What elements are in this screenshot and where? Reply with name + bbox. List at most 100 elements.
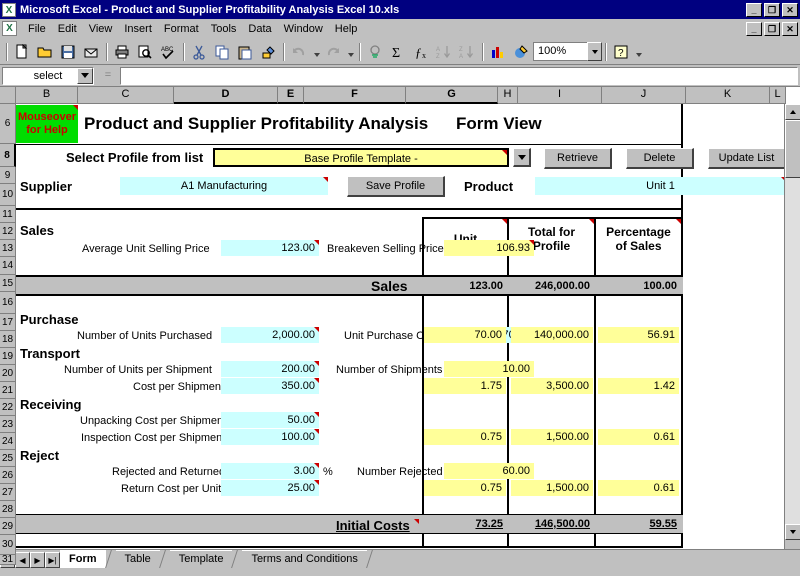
- new-icon[interactable]: [11, 41, 33, 63]
- input-cost-per-shipment[interactable]: 350.00: [221, 378, 319, 394]
- column-header-g[interactable]: G: [406, 87, 498, 104]
- row-header-13[interactable]: 13: [0, 240, 16, 257]
- open-icon[interactable]: [34, 41, 56, 63]
- equals-button[interactable]: =: [98, 66, 118, 85]
- help-icon[interactable]: ?: [610, 41, 632, 63]
- redo-icon[interactable]: [322, 41, 344, 63]
- row-header-8[interactable]: 8: [0, 144, 16, 167]
- hyperlink-icon[interactable]: [364, 41, 386, 63]
- row-header-24[interactable]: 24: [0, 433, 16, 450]
- sheet-tab-table[interactable]: Table: [115, 550, 160, 568]
- row-header-20[interactable]: 20: [0, 365, 16, 382]
- row-header-12[interactable]: 12: [0, 223, 16, 240]
- restore-button[interactable]: ❐: [764, 2, 780, 17]
- next-sheet-icon[interactable]: ▶: [30, 552, 45, 568]
- mouseover-help-badge[interactable]: Mouseover for Help: [16, 105, 78, 143]
- scroll-down-button[interactable]: [785, 524, 800, 540]
- product-input[interactable]: Unit 1: [535, 177, 784, 195]
- row-header-17[interactable]: 17: [0, 314, 16, 331]
- row-header-23[interactable]: 23: [0, 416, 16, 433]
- print-icon[interactable]: [111, 41, 133, 63]
- row-header-19[interactable]: 19: [0, 348, 16, 365]
- toolbar-overflow-icon[interactable]: [633, 41, 644, 63]
- column-header-b[interactable]: B: [16, 87, 78, 104]
- supplier-input[interactable]: A1 Manufacturing: [120, 177, 328, 195]
- scrollbar-thumb[interactable]: [785, 120, 800, 178]
- drawing-icon[interactable]: [510, 41, 532, 63]
- menu-data[interactable]: Data: [242, 21, 277, 37]
- format-painter-icon[interactable]: [257, 41, 279, 63]
- doc-restore-button[interactable]: ❐: [764, 21, 780, 36]
- delete-button[interactable]: Delete: [626, 148, 694, 169]
- input-units-purchased[interactable]: 2,000.00: [221, 327, 319, 343]
- row-header-30[interactable]: 30: [0, 535, 16, 555]
- menu-edit[interactable]: Edit: [52, 21, 83, 37]
- select-all-corner[interactable]: [0, 87, 16, 104]
- menu-view[interactable]: View: [83, 21, 119, 37]
- row-header-11[interactable]: 11: [0, 206, 16, 223]
- row-header-18[interactable]: 18: [0, 331, 16, 348]
- paste-icon[interactable]: [234, 41, 256, 63]
- row-header-28[interactable]: 28: [0, 501, 16, 518]
- row-header-6[interactable]: 6: [0, 104, 16, 144]
- print-preview-icon[interactable]: [134, 41, 156, 63]
- formula-input[interactable]: [120, 66, 798, 85]
- row-header-10[interactable]: 10: [0, 184, 16, 206]
- row-header-16[interactable]: 16: [0, 292, 16, 314]
- row-header-15[interactable]: 15: [0, 275, 16, 292]
- minimize-button[interactable]: _: [746, 2, 762, 17]
- zoom-value[interactable]: 100%: [533, 42, 587, 61]
- doc-close-button[interactable]: ✕: [782, 21, 798, 36]
- input-inspection-cost[interactable]: 100.00: [221, 429, 319, 445]
- column-header-j[interactable]: J: [602, 87, 686, 104]
- menu-format[interactable]: Format: [158, 21, 205, 37]
- row-header-14[interactable]: 14: [0, 257, 16, 275]
- row-header-22[interactable]: 22: [0, 399, 16, 416]
- menu-insert[interactable]: Insert: [118, 21, 158, 37]
- chart-wizard-icon[interactable]: [487, 41, 509, 63]
- menu-file[interactable]: File: [22, 21, 52, 37]
- close-button[interactable]: ✕: [782, 2, 798, 17]
- menu-help[interactable]: Help: [329, 21, 364, 37]
- prev-sheet-icon[interactable]: ◀: [15, 552, 30, 568]
- paste-function-icon[interactable]: ƒx: [410, 41, 432, 63]
- menu-window[interactable]: Window: [278, 21, 329, 37]
- column-header-d[interactable]: D: [174, 87, 278, 104]
- autosum-icon[interactable]: Σ: [387, 41, 409, 63]
- menu-tools[interactable]: Tools: [205, 21, 243, 37]
- input-return-cost[interactable]: 25.00: [221, 480, 319, 496]
- input-avg-unit-selling-price[interactable]: 123.00: [221, 240, 319, 256]
- update-list-button[interactable]: Update List: [708, 148, 784, 169]
- undo-dropdown-icon[interactable]: [311, 41, 322, 63]
- column-header-c[interactable]: C: [78, 87, 174, 104]
- column-header-f[interactable]: F: [304, 87, 406, 104]
- input-units-per-shipment[interactable]: 200.00: [221, 361, 319, 377]
- sort-descending-icon[interactable]: ZA: [456, 41, 478, 63]
- scrollbar-track[interactable]: [785, 178, 800, 524]
- doc-minimize-button[interactable]: _: [746, 21, 762, 36]
- spelling-icon[interactable]: ABC: [157, 41, 179, 63]
- profile-dropdown-button[interactable]: [513, 148, 531, 167]
- column-header-l[interactable]: L: [770, 87, 786, 104]
- column-header-i[interactable]: I: [518, 87, 602, 104]
- column-header-h[interactable]: H: [498, 87, 518, 104]
- email-icon[interactable]: [80, 41, 102, 63]
- scroll-up-button[interactable]: [785, 104, 800, 120]
- undo-icon[interactable]: [288, 41, 310, 63]
- row-header-29[interactable]: 29: [0, 518, 16, 535]
- save-profile-button[interactable]: Save Profile: [347, 176, 445, 197]
- name-box-dropdown-icon[interactable]: [77, 67, 93, 84]
- vertical-scrollbar[interactable]: [784, 104, 800, 549]
- input-rejected-returned[interactable]: 3.00: [221, 463, 319, 479]
- retrieve-button[interactable]: Retrieve: [544, 148, 612, 169]
- name-box[interactable]: select: [2, 66, 94, 85]
- sheet-tab-form[interactable]: Form: [60, 550, 106, 568]
- sort-ascending-icon[interactable]: AZ: [433, 41, 455, 63]
- cut-icon[interactable]: [188, 41, 210, 63]
- redo-dropdown-icon[interactable]: [345, 41, 356, 63]
- row-header-26[interactable]: 26: [0, 467, 16, 484]
- sheet-tab-terms-and-conditions[interactable]: Terms and Conditions: [242, 550, 367, 568]
- row-header-21[interactable]: 21: [0, 382, 16, 399]
- save-icon[interactable]: [57, 41, 79, 63]
- row-header-9[interactable]: 9: [0, 167, 16, 184]
